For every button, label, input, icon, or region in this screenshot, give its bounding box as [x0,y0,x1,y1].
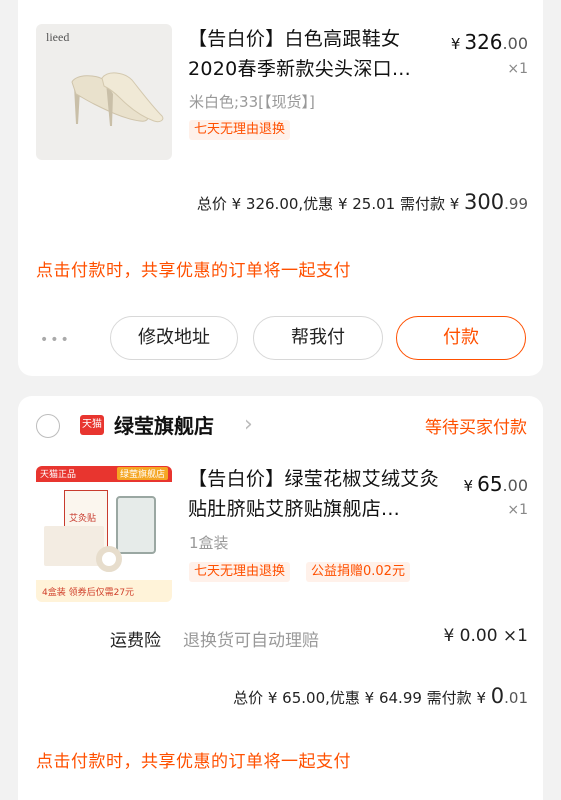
pay-button[interactable]: 付款 [396,316,526,360]
thumb-box-label: 艾灸贴 [69,514,97,524]
product-image-moxa[interactable]: 天猫正品 绿莹旗舰店 艾灸贴 4盒装 领券后仅需27元 [36,466,172,602]
thumb-top-banner: 天猫正品 绿莹旗舰店 [36,466,172,482]
order-card-2: 天猫 绿莹旗舰店 › 等待买家付款 天猫正品 绿莹旗舰店 艾灸贴 4盒装 领券后… [18,396,543,800]
chevron-right-icon[interactable]: › [244,412,253,437]
select-shop-checkbox[interactable] [36,414,60,438]
product-title[interactable]: 【告白价】绿莹花椒艾绒艾灸贴肚脐贴艾脐贴旗舰店... [188,464,443,524]
product-spec: 米白色;33[【现货】] [189,93,315,111]
order-status: 等待买家付款 [425,418,527,438]
product-price: ¥326.00 [450,30,528,54]
shipping-insurance-desc: 退换货可自动理赔 [183,631,319,651]
return-policy-tag: 七天无理由退换 [189,562,291,582]
product-price: ¥65.00 [463,472,528,496]
product-quantity: ×1 [507,502,528,518]
shared-discount-notice: 点击付款时，共享优惠的订单将一起支付 [36,752,351,772]
more-options-icon[interactable]: ••• [40,332,71,348]
thumb-banner-left: 天猫正品 [40,470,77,480]
tmall-badge-icon: 天猫 [80,415,104,435]
product-quantity: ×1 [507,61,528,77]
thumb-patches [44,526,104,566]
charity-tag: 公益捐赠0.02元 [306,562,410,582]
modify-address-button[interactable]: 修改地址 [110,316,238,360]
order-total: 总价 ¥ 326.00,优惠 ¥ 25.01 需付款 ¥ 300.99 [196,190,528,214]
product-image-shoes[interactable]: lieed [36,24,172,160]
shared-discount-notice: 点击付款时，共享优惠的订单将一起支付 [36,261,351,281]
thumb-bottom-banner: 4盒装 领券后仅需27元 [36,580,172,602]
shoe-illustration [71,72,164,126]
order-card-1: lieed 【告白价】白色高跟鞋女2020春季新款尖头深口... ¥326.00… [18,0,543,376]
thumb-banner-right: 绿莹旗舰店 [116,467,168,480]
return-policy-tag: 七天无理由退换 [189,120,291,140]
order-total: 总价 ¥ 65.00,优惠 ¥ 64.99 需付款 ¥ 0.01 [233,684,528,708]
thumb-jar [116,496,156,554]
shipping-insurance-price: ¥ 0.00 ×1 [443,626,528,646]
help-me-pay-button[interactable]: 帮我付 [253,316,383,360]
shop-name[interactable]: 绿莹旗舰店 [114,410,214,439]
thumb-tape-roll [96,546,122,572]
thumb-bottom-text: 4盒装 领券后仅需27元 [42,588,135,598]
shipping-insurance-label: 运费险 [110,631,161,651]
product-title[interactable]: 【告白价】白色高跟鞋女2020春季新款尖头深口... [188,24,428,84]
product-spec: 1盒装 [189,534,229,552]
